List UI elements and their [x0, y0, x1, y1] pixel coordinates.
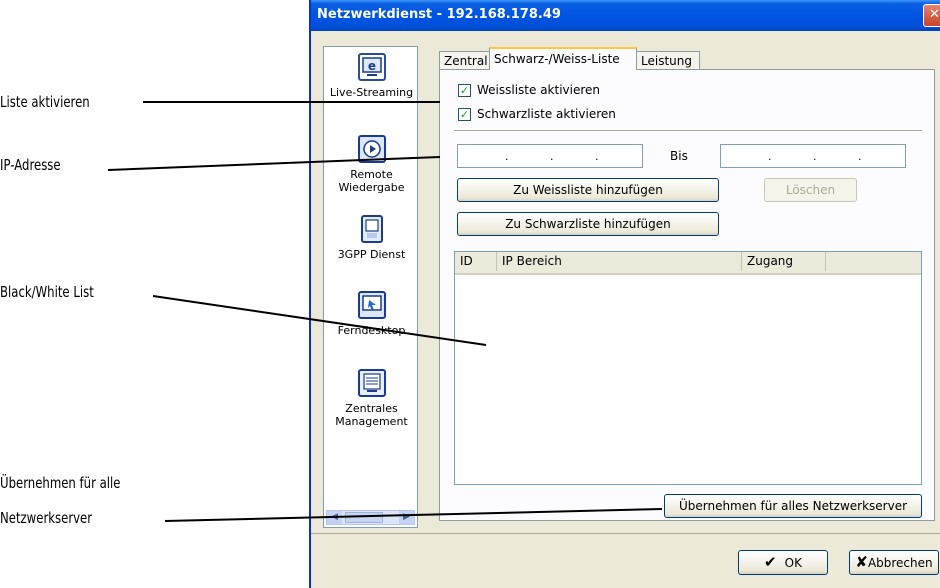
separator [454, 130, 922, 132]
sidebar-item-label: 3GPP Dienst [337, 248, 406, 261]
service-sidebar: e Live-Streaming Remote Wiedergabe 3GPP … [323, 46, 418, 528]
sidebar-item-live-streaming[interactable]: e Live-Streaming [324, 53, 417, 99]
ip-dot: . [550, 150, 554, 163]
sidebar-item-remote-playback[interactable]: Remote Wiedergabe [324, 135, 417, 194]
window-title: Netzwerkdienst - 192.168.178.49 [317, 7, 561, 22]
sidebar-item-central-management[interactable]: Zentrales Management [324, 369, 417, 428]
live-streaming-icon: e [357, 53, 386, 81]
ip-dot: . [813, 150, 817, 163]
title-bar[interactable]: Netzwerkdienst - 192.168.178.49 ✕ [311, 0, 940, 31]
footer-divider [311, 533, 940, 534]
sidebar-item-label: Zentrales [345, 402, 398, 415]
ip-to-input[interactable]: . . . [720, 144, 906, 168]
list-header: ID IP Bereich Zugang [455, 252, 921, 275]
delete-button[interactable]: Löschen [764, 178, 857, 202]
ip-dot: . [858, 150, 862, 163]
remote-playback-icon [357, 135, 386, 163]
scroll-right-button[interactable]: ▶ [399, 511, 414, 524]
sidebar-item-label-2: Wiedergabe [338, 181, 405, 194]
sidebar-item-label: Remote [350, 168, 393, 181]
close-icon: ✕ [929, 7, 940, 22]
column-ip-bereich[interactable]: IP Bereich [497, 252, 742, 271]
tab-schwarz-weiss-liste[interactable]: Schwarz-/Weiss-Liste [489, 47, 637, 70]
scroll-thumb[interactable] [345, 512, 383, 523]
whitelist-checkbox-label: Weissliste aktivieren [477, 83, 601, 97]
ip-from-input[interactable]: . . . [457, 144, 643, 168]
blacklist-checkbox[interactable]: ✓ [458, 107, 471, 121]
3gpp-device-icon [360, 215, 383, 243]
chevron-right-icon: ▶ [403, 512, 410, 522]
sidebar-item-label-2: Management [335, 415, 408, 428]
sidebar-item-label: Ferndesktop [337, 324, 406, 337]
blacklist-checkbox-row[interactable]: ✓ Schwarzliste aktivieren [458, 106, 616, 122]
sidebar-item-remote-desktop[interactable]: Ferndesktop [324, 291, 417, 337]
blacklist-checkbox-label: Schwarzliste aktivieren [477, 107, 616, 121]
add-whitelist-button[interactable]: Zu Weissliste hinzufügen [457, 178, 719, 202]
sidebar-item-3gpp[interactable]: 3GPP Dienst [324, 215, 417, 261]
remote-desktop-icon [357, 291, 386, 319]
cancel-label: Abbrechen [867, 556, 933, 570]
svg-text:e: e [367, 59, 375, 73]
x-icon: ✘ [855, 553, 868, 571]
chevron-left-icon: ◀ [331, 512, 338, 522]
ip-list[interactable]: ID IP Bereich Zugang [454, 251, 922, 485]
tab-zentral[interactable]: Zentral [439, 51, 491, 69]
central-management-icon [357, 369, 386, 397]
bis-label: Bis [670, 149, 688, 163]
close-button[interactable]: ✕ [923, 4, 940, 27]
ip-dot: . [505, 150, 509, 163]
add-blacklist-button[interactable]: Zu Schwarzliste hinzufügen [457, 212, 719, 236]
ok-label: OK [784, 556, 802, 570]
ip-dot: . [595, 150, 599, 163]
callout-ip-adresse: IP-Adresse [0, 156, 61, 174]
apply-all-servers-button[interactable]: Übernehmen für alles Netzwerkserver [664, 494, 922, 518]
cancel-button[interactable]: ✘Abbrechen [849, 550, 939, 575]
callout-apply-all-line1: Übernehmen für alle [0, 474, 121, 492]
network-service-dialog: Netzwerkdienst - 192.168.178.49 ✕ e Live… [309, 0, 940, 588]
ok-button[interactable]: ✔ OK [738, 550, 828, 575]
tab-leistung[interactable]: Leistung [636, 51, 700, 69]
callout-apply-all-line2: Netzwerkserver [0, 509, 93, 527]
column-id[interactable]: ID [455, 252, 497, 271]
sidebar-item-label: Live-Streaming [324, 86, 417, 99]
whitelist-checkbox[interactable]: ✓ [458, 83, 471, 97]
callout-black-white-list: Black/White List [0, 283, 94, 301]
ip-dot: . [768, 150, 772, 163]
scroll-left-button[interactable]: ◀ [327, 511, 342, 524]
sidebar-scrollbar[interactable]: ◀ ▶ [326, 510, 415, 525]
callout-liste-aktivieren: Liste aktivieren [0, 93, 90, 111]
check-icon: ✔ [764, 553, 777, 571]
whitelist-checkbox-row[interactable]: ✓ Weissliste aktivieren [458, 82, 600, 98]
column-zugang[interactable]: Zugang [742, 252, 826, 271]
